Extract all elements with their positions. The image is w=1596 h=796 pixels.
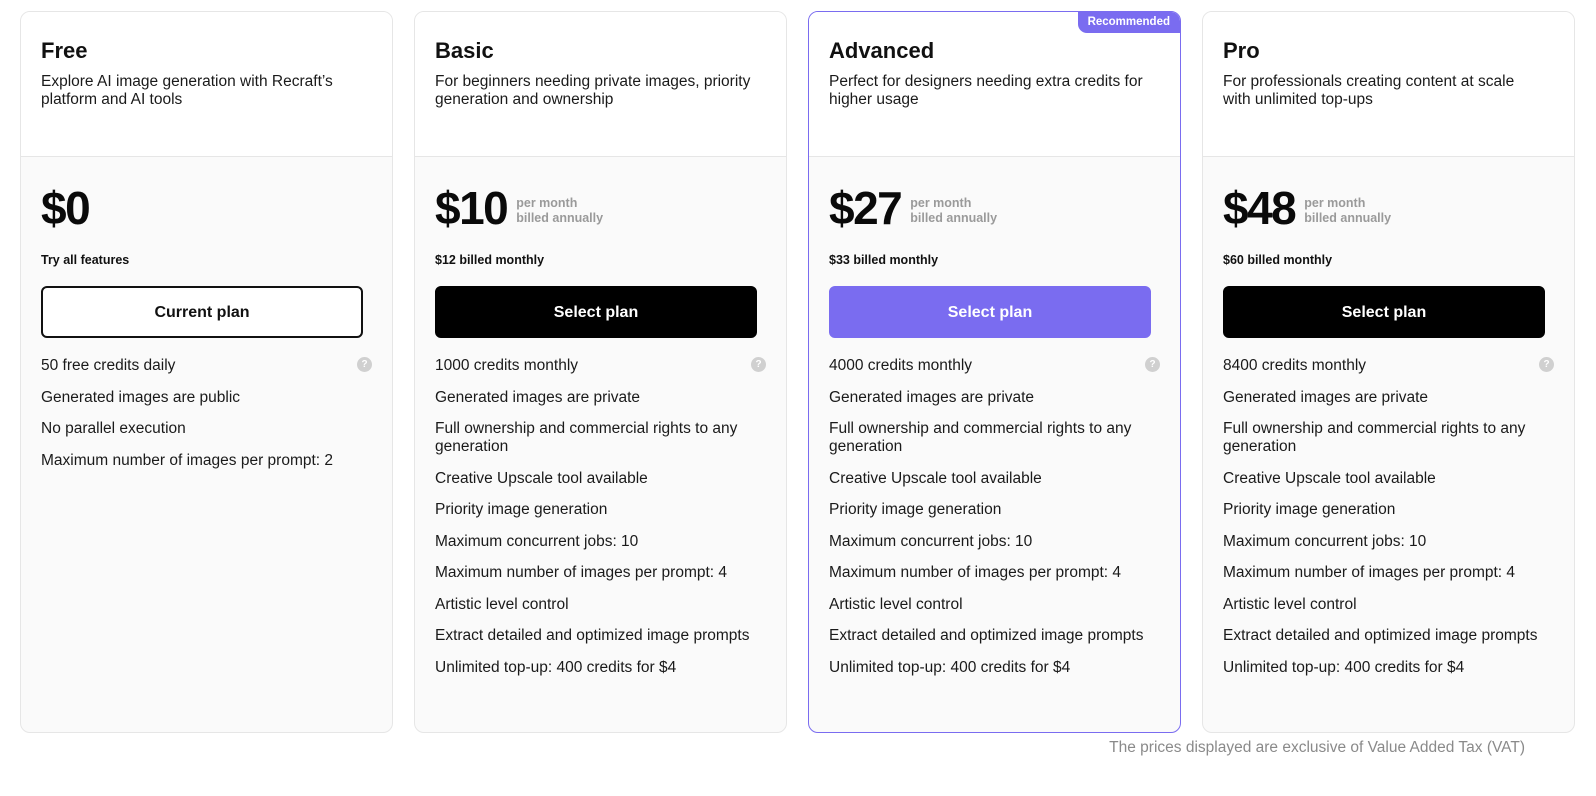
plan-subline: $60 billed monthly xyxy=(1223,253,1333,267)
feature-item: Maximum concurrent jobs: 10 xyxy=(435,532,639,550)
feature-item: Artistic level control xyxy=(829,595,963,613)
feature-item: Creative Upscale tool available xyxy=(829,469,1042,487)
price-row: $48 per month billed annually xyxy=(1223,183,1554,233)
feature-item: Extract detailed and optimized image pro… xyxy=(829,627,1144,644)
plan-price: $10 xyxy=(435,182,509,234)
plan-description: Explore AI image generation with Recraft… xyxy=(41,73,333,108)
feature-list: 1000 credits monthly ? Generated images … xyxy=(435,357,766,677)
feature-item: Priority image generation xyxy=(1223,501,1396,518)
plan-name: Basic xyxy=(435,38,494,63)
plan-header: Free Explore AI image generation with Re… xyxy=(21,12,392,157)
feature-item: Maximum number of images per prompt: 4 xyxy=(435,564,728,581)
current-plan-button[interactable]: Current plan xyxy=(41,286,363,338)
plan-subline: Try all features xyxy=(41,253,130,267)
plan-header: Advanced Perfect for designers needing e… xyxy=(809,12,1180,157)
plan-header: Basic For beginners needing private imag… xyxy=(415,12,786,157)
plan-name: Pro xyxy=(1223,38,1260,63)
plan-name: Advanced xyxy=(829,38,935,63)
pricing-plans: Free Explore AI image generation with Re… xyxy=(20,11,1575,733)
feature-text: 1000 credits monthly xyxy=(435,357,579,374)
feature-list: 8400 credits monthly ? Generated images … xyxy=(1223,357,1554,677)
feature-item: Priority image generation xyxy=(829,501,1002,518)
vat-disclaimer: The prices displayed are exclusive of Va… xyxy=(1109,739,1525,756)
feature-item: Maximum concurrent jobs: 10 xyxy=(829,532,1033,550)
feature-item: Unlimited top-up: 400 credits for $4 xyxy=(435,658,677,676)
feature-item: 50 free credits daily ? xyxy=(41,357,372,375)
feature-list: 4000 credits monthly ? Generated images … xyxy=(829,357,1160,677)
plan-card-basic: Basic For beginners needing private imag… xyxy=(414,11,787,733)
price-billing: billed annually xyxy=(1304,210,1392,225)
price-period: per month billed annually xyxy=(1304,196,1391,225)
price-row: $27 per month billed annually xyxy=(829,183,1160,233)
help-circle-icon[interactable]: ? xyxy=(1145,357,1160,372)
feature-item: Full ownership and commercial rights to … xyxy=(1223,420,1526,455)
plan-price: $48 xyxy=(1223,182,1297,234)
feature-item: Unlimited top-up: 400 credits for $4 xyxy=(1223,658,1465,676)
price-row: $10 per month billed annually xyxy=(435,183,766,233)
price-billing: billed annually xyxy=(516,210,604,225)
price-period: per month billed annually xyxy=(910,196,997,225)
feature-item: Maximum number of images per prompt: 4 xyxy=(829,564,1122,581)
feature-item: Artistic level control xyxy=(435,595,569,613)
feature-item: Creative Upscale tool available xyxy=(1223,469,1436,487)
plan-description: Perfect for designers needing extra cred… xyxy=(829,73,1143,108)
feature-item: No parallel execution xyxy=(41,420,186,437)
feature-item: Generated images are private xyxy=(1223,388,1429,406)
plan-header: Pro For professionals creating content a… xyxy=(1203,12,1574,157)
feature-item: 8400 credits monthly ? xyxy=(1223,357,1554,375)
feature-item: Extract detailed and optimized image pro… xyxy=(1223,627,1538,644)
plan-description: For professionals creating content at sc… xyxy=(1223,73,1515,108)
price-period: per month billed annually xyxy=(516,196,603,225)
price-billing: billed annually xyxy=(910,210,998,225)
feature-text: 4000 credits monthly xyxy=(829,357,973,374)
feature-item: Priority image generation xyxy=(435,501,608,518)
price-per: per month xyxy=(1304,196,1366,210)
feature-item: Artistic level control xyxy=(1223,595,1357,613)
help-circle-icon[interactable]: ? xyxy=(1539,357,1554,372)
price-row: $0 xyxy=(41,183,372,233)
feature-item: Unlimited top-up: 400 credits for $4 xyxy=(829,658,1071,676)
recommended-badge: Recommended xyxy=(1077,12,1180,33)
feature-text: 8400 credits monthly xyxy=(1223,357,1367,374)
plan-card-free: Free Explore AI image generation with Re… xyxy=(20,11,393,733)
price-per: per month xyxy=(516,196,578,210)
plan-card-pro: Pro For professionals creating content a… xyxy=(1202,11,1575,733)
feature-item: Extract detailed and optimized image pro… xyxy=(435,627,750,644)
feature-item: Generated images are private xyxy=(435,388,641,406)
plan-description: For beginners needing private images, pr… xyxy=(435,73,751,108)
feature-item: Maximum number of images per prompt: 4 xyxy=(1223,564,1516,581)
help-circle-icon[interactable]: ? xyxy=(357,357,372,372)
plan-card-advanced: Recommended Advanced Perfect for designe… xyxy=(808,11,1181,733)
plan-name: Free xyxy=(41,38,88,63)
plan-price: $0 xyxy=(41,182,91,234)
feature-item: Maximum number of images per prompt: 2 xyxy=(41,451,334,469)
plan-subline: $33 billed monthly xyxy=(829,253,939,267)
plan-subline: $12 billed monthly xyxy=(435,253,545,267)
feature-item: 1000 credits monthly ? xyxy=(435,357,766,375)
plan-price: $27 xyxy=(829,182,903,234)
feature-item: Generated images are public xyxy=(41,388,241,406)
help-circle-icon[interactable]: ? xyxy=(751,357,766,372)
feature-item: 4000 credits monthly ? xyxy=(829,357,1160,375)
select-plan-button[interactable]: Select plan xyxy=(1223,286,1545,338)
feature-text: 50 free credits daily xyxy=(41,357,176,374)
select-plan-button[interactable]: Select plan xyxy=(829,286,1151,338)
feature-item: Full ownership and commercial rights to … xyxy=(829,420,1132,455)
feature-item: Generated images are private xyxy=(829,388,1035,406)
feature-item: Maximum concurrent jobs: 10 xyxy=(1223,532,1427,550)
price-per: per month xyxy=(910,196,972,210)
feature-item: Full ownership and commercial rights to … xyxy=(435,420,738,455)
feature-item: Creative Upscale tool available xyxy=(435,469,648,487)
feature-list: 50 free credits daily ? Generated images… xyxy=(41,357,372,470)
select-plan-button[interactable]: Select plan xyxy=(435,286,757,338)
